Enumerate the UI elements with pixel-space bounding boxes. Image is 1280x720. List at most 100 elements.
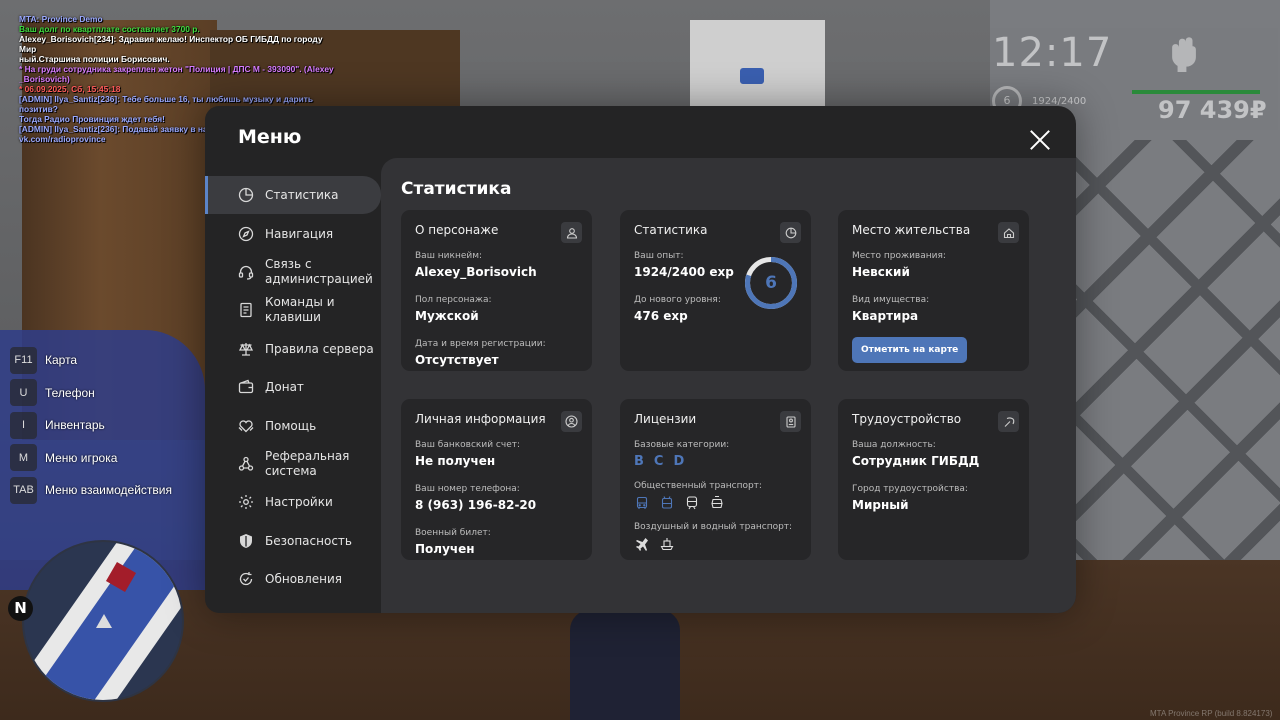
card-stats: Статистика Ваш опыт: 1924/2400 exp До но… [620,210,811,371]
keybind-player-menu[interactable]: M Меню игрока [10,444,172,472]
key-cap: F11 [10,346,37,374]
nav-item-settings[interactable]: Настройки [205,483,381,521]
keybind-interaction-menu[interactable]: TAB Меню взаимодействия [10,476,172,504]
level-number: 6 [765,273,777,293]
nav-label: Статистика [265,188,339,203]
pie-chart-icon [780,222,801,243]
tram-icon [709,495,724,510]
hud-money: 97 439₽ [1158,96,1267,124]
menu-modal: Меню Статистика Навигация Связь с админи… [205,106,1076,613]
refresh-check-icon [238,571,254,587]
pickaxe-icon [998,411,1019,432]
lamp [740,68,764,84]
user-icon [561,222,582,243]
card-title: Статистика [634,223,708,237]
train-icon [684,495,699,510]
phone-value: 8 (963) 196-82-20 [415,498,537,512]
keybind-phone[interactable]: U Телефон [10,379,172,407]
player-character [570,610,680,720]
keybind-label: Меню взаимодействия [45,483,172,497]
keybind-label: Меню игрока [45,450,118,465]
document-icon [238,302,254,318]
field-label: Место проживания: [852,251,946,261]
menu-title: Меню [238,126,302,148]
nav-label: Команды и клавиши [265,295,335,325]
nav-item-rules[interactable]: Правила сервера [205,330,381,368]
chat-line: * На груди сотрудника закреплен жетон "П… [19,64,334,74]
field-label: Базовые категории: [634,440,730,450]
card-job: Трудоустройство Ваша должность: Сотрудни… [838,399,1029,560]
field-label: Общественный транспорт: [634,481,762,491]
nav-item-help[interactable]: Помощь [205,406,381,444]
mark-on-map-button[interactable]: Отметить на карте [852,337,968,363]
public-transport-licenses [634,495,797,510]
health-bar [1132,90,1260,94]
key-cap: I [10,411,37,439]
card-title: Личная информация [415,412,546,426]
property-type-value: Квартира [852,309,919,323]
card-title: Лицензии [634,412,697,426]
nav-item-updates[interactable]: Обновления [205,560,381,598]
nav-item-navigation[interactable]: Навигация [205,214,381,252]
shield-icon [238,533,254,549]
nav-label: Связь с администрацией [265,256,373,286]
boat-icon [659,536,674,551]
field-label: Город трудоустройства: [852,484,968,494]
player-arrow-icon [96,614,112,628]
hud-clock: 12:17 [992,30,1113,76]
nav-label: Помощь [265,418,317,433]
field-label: Дата и время регистрации: [415,339,546,349]
card-personal: Личная информация Ваш банковский счет: Н… [401,399,592,560]
field-label: Ваша должность: [852,440,936,450]
keybind-label: Телефон [45,385,95,400]
license-category-b[interactable]: B [634,454,644,469]
shelf [690,20,825,110]
nav-item-stats[interactable]: Статистика [205,176,381,215]
field-label: Военный билет: [415,528,491,538]
key-cap: U [10,379,37,406]
wallet-icon [238,379,254,395]
nav-item-donate[interactable]: Донат [205,368,381,406]
card-character: О персонаже Ваш никнейм: Alexey_Borisovi… [401,210,592,371]
level-progress-ring: 6 [743,255,799,311]
job-city-value: Мирный [852,498,909,512]
nav-item-admin-contact[interactable]: Связь с администрацией [205,253,381,291]
license-category-c[interactable]: C [654,454,664,469]
minimap [22,540,184,702]
field-label: Пол персонажа: [415,295,492,305]
id-card-icon [780,411,801,432]
next-level-value: 476 exp [634,309,688,323]
card-residence: Место жительства Место проживания: Невск… [838,210,1029,371]
nav-item-referral[interactable]: Реферальная система [205,445,381,483]
close-button[interactable] [1029,129,1051,151]
nav-item-commands[interactable]: Команды и клавиши [205,291,381,329]
compass-icon [238,226,254,242]
heart-hands-icon [238,418,254,434]
keybind-label: Карта [45,353,78,367]
airplane-icon [634,536,649,551]
chat-line: Alexey_Borisovich[234]: Здравия желаю! И… [19,34,323,54]
gear-icon [238,494,254,510]
card-licenses: Лицензии Базовые категории: B C D Общест… [620,399,811,560]
registration-value: Отсутствует [415,353,499,367]
content-area: Статистика О персонаже Ваш никнейм: Alex… [381,158,1076,613]
field-label: Вид имущества: [852,295,930,305]
chat-line: ный.Старшина полиции Борисович. [19,54,170,64]
nav-label: Правила сервера [265,341,374,356]
headset-icon [238,264,254,280]
chat-line: Ваш долг по квартплате составляет 3700 р… [19,24,200,34]
chat-line: * 06.09.2025, Сб, 15:45:18 [19,84,121,94]
keybind-inventory[interactable]: I Инвентарь [10,411,172,439]
network-icon [238,456,254,472]
bus-icon [634,495,649,510]
nav-label: Навигация [265,226,334,241]
nav-item-security[interactable]: Безопасность [205,522,381,560]
nav-label: Безопасность [265,533,352,548]
residence-value: Невский [852,265,910,279]
license-category-d[interactable]: D [673,454,684,469]
field-label: Ваш никнейм: [415,251,483,261]
keybind-map[interactable]: F11 Карта [10,346,172,374]
key-cap: TAB [10,476,37,504]
keybind-list: F11 Карта U Телефон I Инвентарь M Меню и… [10,346,172,509]
nav-label: Настройки [265,495,333,510]
